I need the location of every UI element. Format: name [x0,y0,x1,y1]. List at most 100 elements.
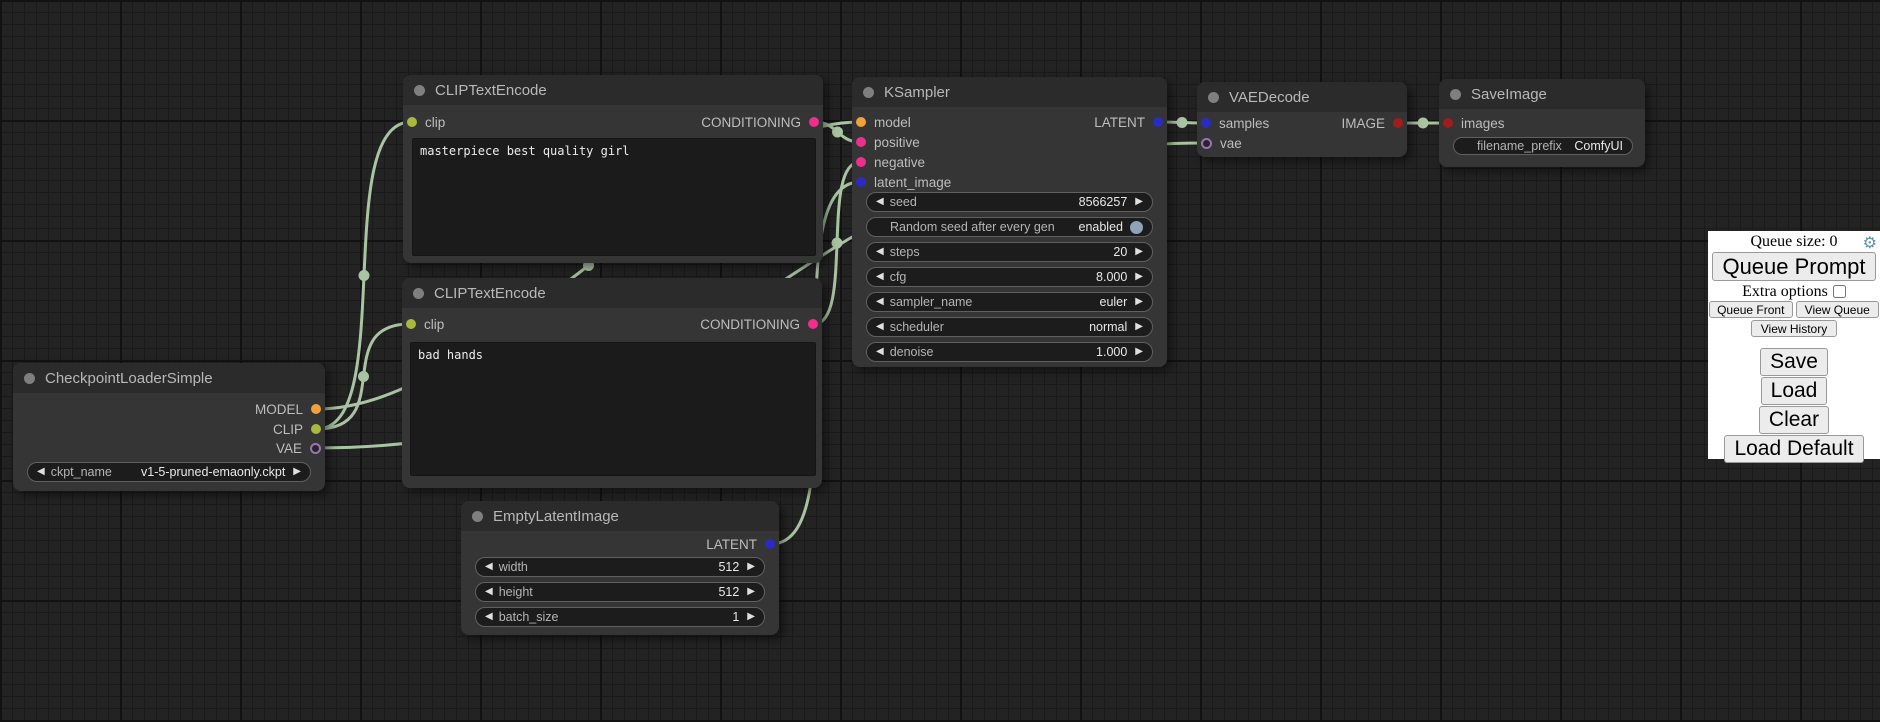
input-slot-vae[interactable]: vae [1201,133,1242,153]
input-slot-samples[interactable]: samples [1201,113,1269,133]
node-checkpoint-loader[interactable]: CheckpointLoaderSimple MODEL CLIP VAE ◀ … [13,363,325,491]
output-slot-clip[interactable]: CLIP [273,419,321,439]
widget-seed[interactable]: ◀ seed 8566257 ▶ [866,192,1153,212]
slot-dot-latent[interactable] [856,177,866,187]
toggle-enabled-icon[interactable] [1130,221,1143,234]
collapse-dot-icon[interactable] [863,87,874,98]
decrement-arrow-icon[interactable]: ◀ [485,562,493,572]
input-slot-clip[interactable]: clip [406,314,444,334]
decrement-arrow-icon[interactable]: ◀ [37,467,45,477]
increment-arrow-icon[interactable]: ▶ [1135,272,1143,282]
decrement-arrow-icon[interactable]: ◀ [876,322,884,332]
widget-random-seed-toggle[interactable]: Random seed after every gen enabled [866,217,1153,237]
link-midpoint-dot [358,371,369,382]
decrement-arrow-icon[interactable]: ◀ [485,612,493,622]
slot-dot-latent[interactable] [1153,117,1163,127]
slot-dot-clip[interactable] [406,319,416,329]
collapse-dot-icon[interactable] [413,288,424,299]
slot-dot-vae[interactable] [1201,138,1212,149]
input-slot-images[interactable]: images [1443,113,1505,133]
increment-arrow-icon[interactable]: ▶ [1135,297,1143,307]
increment-arrow-icon[interactable]: ▶ [1135,197,1143,207]
output-slot-vae[interactable]: VAE [276,438,321,458]
input-slot-clip[interactable]: clip [407,112,445,132]
clear-button[interactable]: Clear [1759,406,1829,434]
slot-dot-clip[interactable] [311,424,321,434]
save-button[interactable]: Save [1760,348,1828,376]
load-button[interactable]: Load [1761,377,1828,405]
slot-dot-conditioning[interactable] [856,157,866,167]
node-graph-canvas[interactable]: CheckpointLoaderSimple MODEL CLIP VAE ◀ … [0,0,1880,722]
slot-dot-conditioning[interactable] [856,137,866,147]
collapse-dot-icon[interactable] [414,85,425,96]
increment-arrow-icon[interactable]: ▶ [1135,322,1143,332]
negative-prompt-textarea[interactable]: bad hands [410,342,816,476]
increment-arrow-icon[interactable]: ▶ [747,562,755,572]
increment-arrow-icon[interactable]: ▶ [293,467,301,477]
increment-arrow-icon[interactable]: ▶ [747,587,755,597]
decrement-arrow-icon[interactable]: ◀ [876,347,884,357]
slot-dot-latent[interactable] [1201,118,1211,128]
slot-dot-model[interactable] [856,117,866,127]
widget-cfg[interactable]: ◀ cfg 8.000 ▶ [866,267,1153,287]
positive-prompt-textarea[interactable]: masterpiece best quality girl [412,138,816,256]
collapse-dot-icon[interactable] [24,373,35,384]
widget-denoise[interactable]: ◀ denoise 1.000 ▶ [866,342,1153,362]
view-history-button[interactable]: View History [1751,320,1837,337]
collapse-dot-icon[interactable] [1208,92,1219,103]
widget-steps[interactable]: ◀ steps 20 ▶ [866,242,1153,262]
slot-label: MODEL [255,402,303,417]
queue-prompt-button[interactable]: Queue Prompt [1712,252,1876,281]
slot-dot-image[interactable] [1443,118,1453,128]
collapse-dot-icon[interactable] [1450,89,1461,100]
output-slot-model[interactable]: MODEL [255,399,321,419]
decrement-arrow-icon[interactable]: ◀ [876,272,884,282]
slot-label: LATENT [706,537,757,552]
output-slot-latent[interactable]: LATENT [706,534,775,554]
widget-sampler-name[interactable]: ◀ sampler_name euler ▶ [866,292,1153,312]
widget-height[interactable]: ◀ height 512 ▶ [475,582,765,602]
queue-front-button[interactable]: Queue Front [1709,301,1793,318]
node-clip-text-encode-negative[interactable]: CLIPTextEncode clip CONDITIONING bad han… [402,278,822,488]
view-queue-button[interactable]: View Queue [1796,301,1880,318]
extra-options-checkbox[interactable] [1833,285,1846,298]
decrement-arrow-icon[interactable]: ◀ [485,587,493,597]
decrement-arrow-icon[interactable]: ◀ [876,197,884,207]
increment-arrow-icon[interactable]: ▶ [747,612,755,622]
input-slot-latent-image[interactable]: latent_image [856,172,951,192]
load-default-button[interactable]: Load Default [1724,435,1863,463]
input-slot-positive[interactable]: positive [856,132,920,152]
node-empty-latent-image[interactable]: EmptyLatentImage LATENT ◀ width 512 ▶ ◀ … [461,501,779,635]
decrement-arrow-icon[interactable]: ◀ [876,297,884,307]
gear-icon[interactable]: ⚙ [1863,233,1877,253]
input-slot-negative[interactable]: negative [856,152,925,172]
output-slot-conditioning[interactable]: CONDITIONING [701,112,819,132]
collapse-dot-icon[interactable] [472,511,483,522]
node-ksampler[interactable]: KSampler model positive negative latent_… [852,77,1167,367]
slot-dot-latent[interactable] [765,539,775,549]
decrement-arrow-icon[interactable]: ◀ [876,247,884,257]
slot-dot-conditioning[interactable] [808,319,818,329]
widget-batch-size[interactable]: ◀ batch_size 1 ▶ [475,607,765,627]
slot-dot-model[interactable] [311,404,321,414]
output-slot-conditioning[interactable]: CONDITIONING [700,314,818,334]
widget-scheduler[interactable]: ◀ scheduler normal ▶ [866,317,1153,337]
slot-dot-image[interactable] [1393,118,1403,128]
slot-dot-vae[interactable] [310,443,321,454]
increment-arrow-icon[interactable]: ▶ [1135,347,1143,357]
slot-label: samples [1219,116,1269,131]
slot-dot-conditioning[interactable] [809,117,819,127]
node-clip-text-encode-positive[interactable]: CLIPTextEncode clip CONDITIONING masterp… [403,75,823,263]
node-save-image[interactable]: SaveImage images filename_prefix ComfyUI [1439,79,1645,167]
widget-width[interactable]: ◀ width 512 ▶ [475,557,765,577]
node-vae-decode[interactable]: VAEDecode samples vae IMAGE [1197,82,1407,157]
widget-filename-prefix[interactable]: filename_prefix ComfyUI [1453,137,1633,155]
increment-arrow-icon[interactable]: ▶ [1135,247,1143,257]
slot-dot-clip[interactable] [407,117,417,127]
link-midpoint-dot [359,270,370,281]
output-slot-image[interactable]: IMAGE [1341,113,1403,133]
widget-ckpt-name[interactable]: ◀ ckpt_name v1-5-pruned-emaonly.ckpt ▶ [27,462,311,482]
input-slot-model[interactable]: model [856,112,911,132]
output-slot-latent[interactable]: LATENT [1094,112,1163,132]
node-title: CheckpointLoaderSimple [45,370,213,387]
